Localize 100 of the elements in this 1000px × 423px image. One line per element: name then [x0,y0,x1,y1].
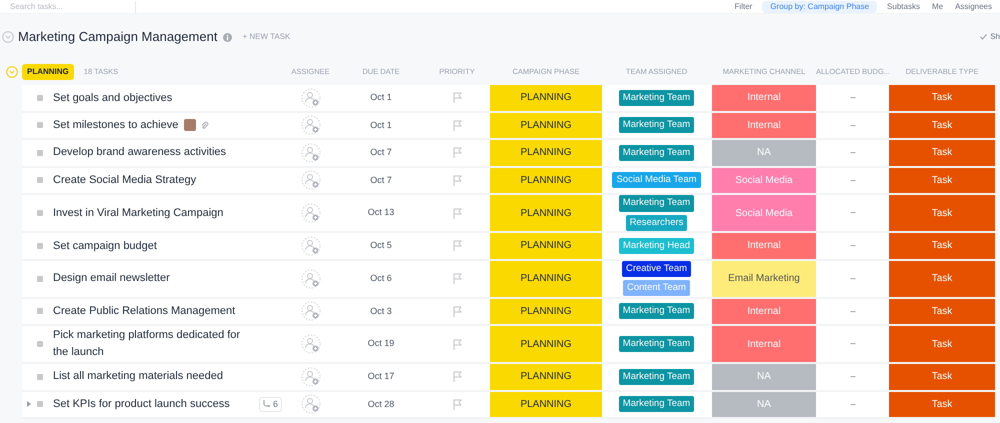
due-date: Oct 7 [370,146,392,159]
task-name[interactable]: Create Social Media Strategy [53,172,196,188]
phase-cell[interactable]: PLANNING [490,85,602,110]
task-name[interactable]: Invest in Viral Marketing Campaign [53,204,253,222]
collapse-icon [2,31,14,43]
budget-value: – [850,206,856,220]
deliverable-cell[interactable]: Task [889,140,995,166]
deliverable-cell[interactable]: Task [889,298,995,324]
deliverable-cell[interactable]: Task [889,392,995,417]
budget-value: – [850,91,856,104]
flag-icon [452,306,462,317]
task-name[interactable]: Pick marketing platforms dedicated for the launch [53,327,253,361]
toolbar-button[interactable]: Filter [732,0,754,12]
status-square [37,276,43,282]
add-assignee-icon [300,301,320,322]
add-assignee-icon [300,236,320,256]
team-tag: Social Media Team [612,172,701,188]
task-name[interactable]: Set campaign budget [53,238,157,254]
flag-icon [452,371,462,382]
phase-cell[interactable]: PLANNING [490,298,602,324]
deliverable-cell[interactable]: Task [889,195,995,231]
toolbar-button[interactable]: Assignees [953,0,994,12]
due-date: Oct 5 [370,239,392,252]
add-assignee-icon [300,88,320,108]
flag-icon [452,273,462,284]
channel-cell[interactable]: Internal [711,233,817,258]
flag-icon [452,208,462,218]
info-icon [223,32,232,42]
task-name[interactable]: Set KPIs for product launch success [53,396,253,413]
phase-cell[interactable]: PLANNING [490,112,602,138]
add-assignee-icon [300,334,320,354]
deliverable-cell[interactable]: Task [889,260,995,296]
phase-cell[interactable]: PLANNING [490,233,602,258]
add-assignee-icon [300,203,320,223]
toolbar-button[interactable]: Subtasks [885,0,922,12]
deliverable-cell[interactable]: Task [889,364,995,390]
phase-cell[interactable]: PLANNING [490,326,602,362]
team-tag: Marketing Team [618,368,694,385]
toolbar-button[interactable]: Group by: Campaign Phase [762,0,878,12]
status-square [37,374,43,380]
status-badge: PLANNING [22,64,74,80]
budget-value: – [850,146,856,159]
toolbar-button[interactable]: Me [930,0,946,12]
status-square [37,341,43,347]
task-name[interactable]: Set milestones to achieve [53,117,178,134]
phase-cell[interactable]: PLANNING [490,140,602,166]
budget-value: – [850,304,856,318]
add-assignee-icon [300,268,320,288]
due-date: Oct 7 [370,174,392,186]
budget-value: – [850,272,856,285]
flag-icon [452,147,462,158]
channel-cell[interactable]: Internal [711,112,817,138]
phase-cell[interactable]: PLANNING [490,195,602,231]
deliverable-cell[interactable]: Task [889,112,995,138]
budget-value: – [850,370,856,383]
team-tag: Creative Team [622,260,692,277]
channel-cell[interactable]: Internal [711,326,817,362]
team-tag: Marketing Team [618,144,694,161]
show-button[interactable]: Sh [990,31,1000,43]
flag-icon [452,338,462,350]
task-name[interactable]: Create Public Relations Management [53,302,253,320]
deliverable-cell[interactable]: Task [889,233,995,258]
add-assignee-icon [300,170,320,190]
phase-cell[interactable]: PLANNING [490,364,602,390]
phase-cell[interactable]: PLANNING [490,392,602,417]
subtask-count[interactable]: 6 [259,396,282,412]
channel-cell[interactable]: Internal [711,85,817,110]
due-date: Oct 3 [370,304,392,318]
task-name[interactable]: List all marketing materials needed [53,368,253,386]
status-square [37,177,43,184]
add-assignee-icon [300,115,320,136]
flag-icon [452,174,462,186]
task-name[interactable]: Develop brand awareness activities [53,144,253,162]
budget-value: – [850,398,856,410]
due-date: Oct 1 [370,118,392,132]
flag-icon [452,240,462,252]
deliverable-cell[interactable]: Task [889,85,995,110]
budget-value: – [850,118,856,132]
task-name[interactable]: Design email newsletter [53,270,170,287]
team-tag: Content Team [623,280,690,296]
due-date: Oct 28 [368,398,394,410]
channel-cell[interactable]: Email Marketing [711,260,817,296]
add-assignee-icon [300,142,320,163]
search-field[interactable]: Search tasks... [6,0,136,12]
deliverable-cell[interactable]: Task [889,168,995,193]
status-square [37,210,43,216]
budget-value: – [850,337,856,350]
phase-cell[interactable]: PLANNING [490,168,602,193]
team-tag: Marketing Team [618,195,694,212]
flag-icon [452,398,462,410]
phase-cell[interactable]: PLANNING [490,260,602,296]
subtask-icon [263,400,270,408]
team-tag: Marketing Team [618,336,694,352]
deliverable-cell[interactable]: Task [889,326,995,362]
task-name[interactable]: Set goals and objectives [53,90,172,106]
due-date: Oct 6 [370,272,392,285]
channel-cell[interactable]: Internal [711,298,817,324]
add-assignee-icon [300,366,320,387]
list-title: Marketing Campaign Management [18,28,218,46]
due-date: Oct 19 [368,337,394,350]
